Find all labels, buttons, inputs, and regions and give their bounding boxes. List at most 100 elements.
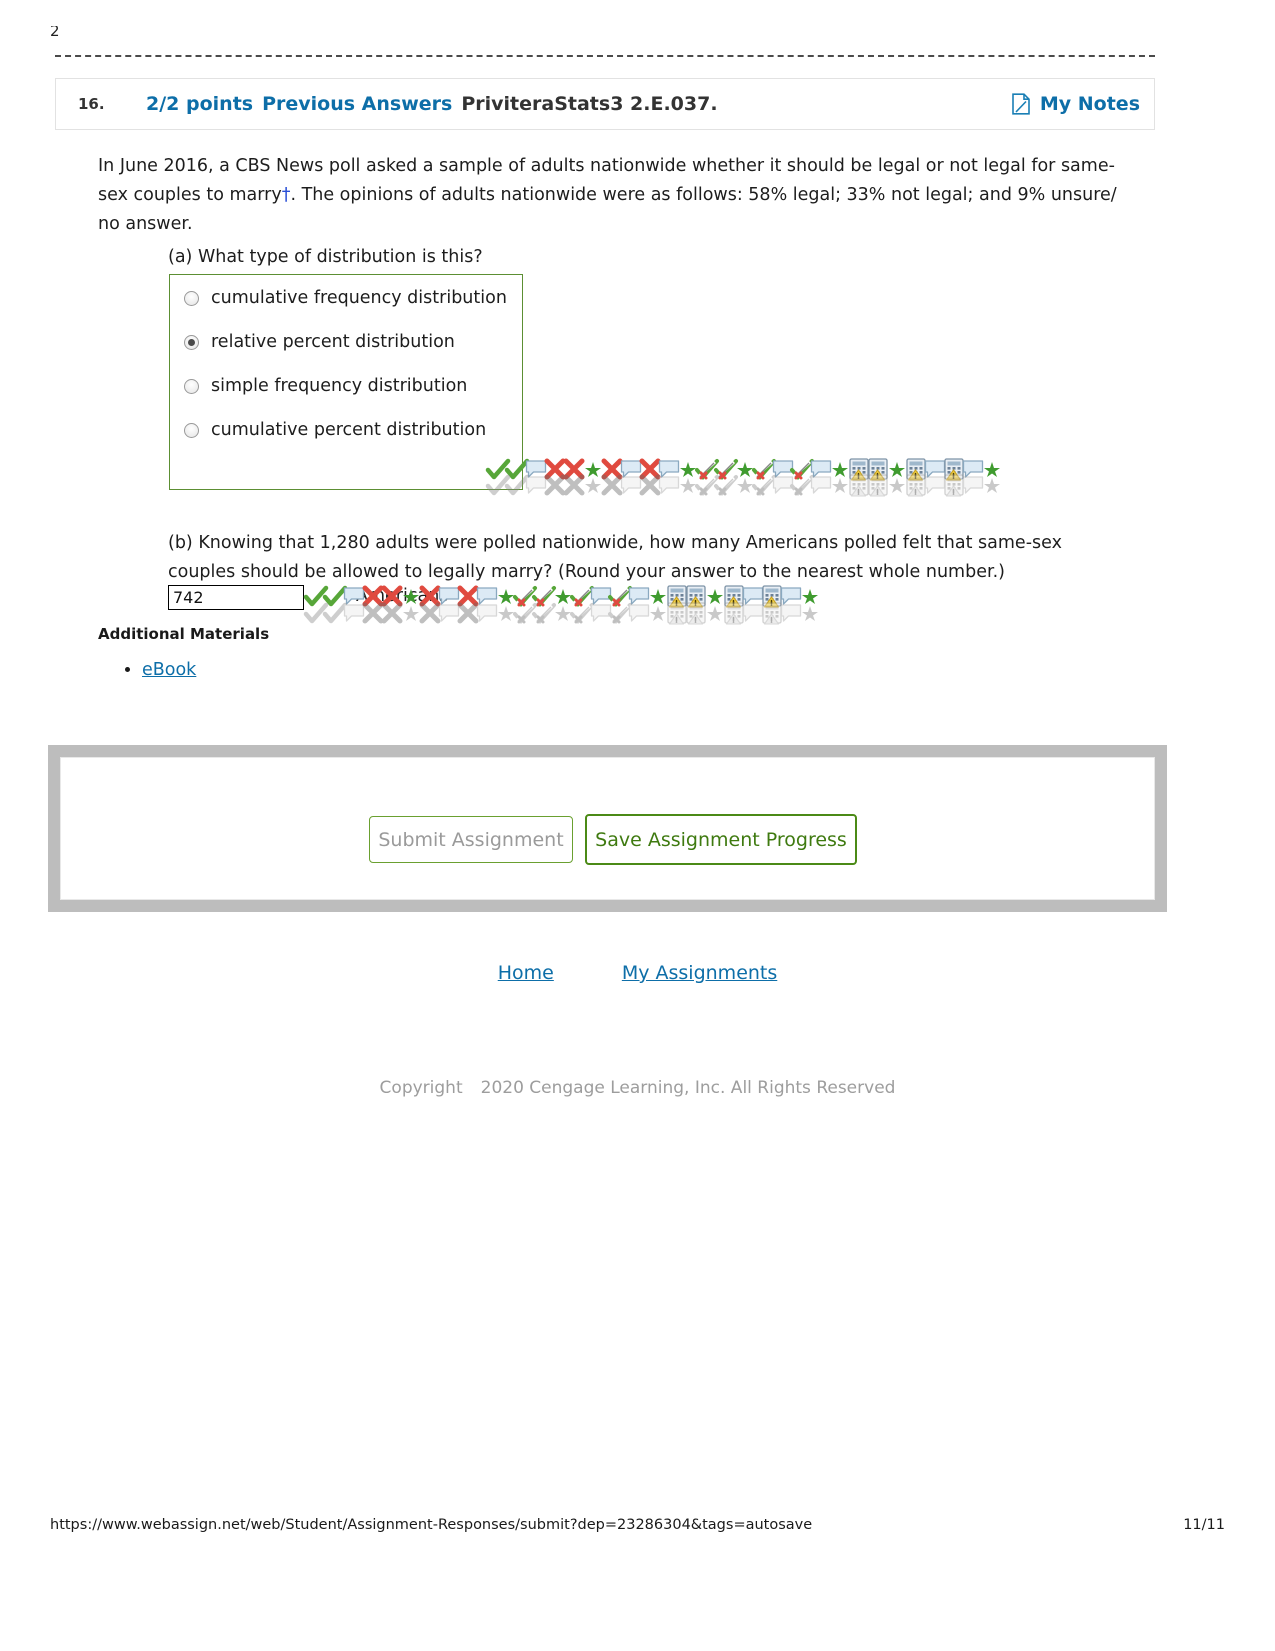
prompt-line-2a: sex couples to marry (98, 185, 282, 205)
speech-bubble-icon (618, 456, 644, 482)
speech-bubble-icon (523, 472, 549, 498)
star-icon (884, 456, 910, 482)
check-slash-icon (531, 600, 557, 626)
star-icon (979, 472, 1005, 498)
additional-materials-heading: Additional Materials (98, 625, 270, 643)
star-icon (732, 456, 758, 482)
calculator-icon (846, 456, 872, 482)
my-assignments-link[interactable]: My Assignments (622, 962, 777, 984)
option-row[interactable]: simple frequency distribution (184, 376, 467, 396)
speech-bubble-icon (778, 600, 804, 626)
speech-bubble-icon (960, 472, 986, 498)
grading-icons-row-shadow (485, 472, 1005, 498)
star-icon (702, 600, 728, 626)
speech-bubble-icon (523, 456, 549, 482)
star-icon (645, 600, 671, 626)
cross-icon (561, 472, 587, 498)
check-icon (322, 600, 348, 626)
question-number: 16. (78, 95, 105, 113)
part-b-line-2: couples should be allowed to legally mar… (168, 562, 1005, 582)
check-slash-icon (789, 472, 815, 498)
option-row[interactable]: cumulative percent distribution (184, 420, 486, 440)
speech-bubble-icon (656, 472, 682, 498)
star-icon (732, 472, 758, 498)
page-separator-rule (55, 55, 1155, 57)
speech-bubble-icon (588, 600, 614, 626)
copyright-text: 2020 Cengage Learning, Inc. All Rights R… (480, 1078, 896, 1098)
answer-input-part-b[interactable]: 742 (168, 585, 304, 610)
star-icon (580, 472, 606, 498)
speech-bubble-icon (960, 456, 986, 482)
option-row[interactable]: cumulative frequency distribution (184, 288, 507, 308)
prompt-line-2b: . The opinions of adults nationwide were… (290, 185, 1046, 205)
radio-simple-frequency-distribution[interactable] (184, 378, 199, 394)
cross-icon (561, 456, 587, 482)
footer-nav: Home My Assignments (0, 962, 1275, 984)
my-notes-label: My Notes (1039, 93, 1140, 115)
check-slash-icon (694, 456, 720, 482)
calculator-icon (664, 600, 690, 626)
option-row[interactable]: relative percent distribution (184, 332, 455, 352)
cross-icon (542, 472, 568, 498)
part-b-prompt: (b) Knowing that 1,280 adults were polle… (168, 529, 1093, 587)
question-points: 2/2 points (146, 93, 254, 115)
star-icon (550, 600, 576, 626)
check-slash-icon (789, 456, 815, 482)
cross-icon (542, 456, 568, 482)
star-icon (979, 456, 1005, 482)
part-a-label: (a) What type of distribution is this? (168, 247, 483, 267)
speech-bubble-icon (770, 472, 796, 498)
save-assignment-progress-button[interactable]: Save Assignment Progress (585, 814, 857, 865)
grading-icons-row (485, 456, 1005, 482)
speech-bubble-icon (626, 600, 652, 626)
radio-cumulative-frequency-distribution[interactable] (184, 290, 199, 306)
calculator-icon (865, 456, 891, 482)
star-icon (493, 600, 519, 626)
calculator-icon (903, 456, 929, 482)
list-item: eBook (142, 660, 196, 680)
cross-icon (455, 600, 481, 626)
speech-bubble-icon (474, 600, 500, 626)
submit-panel-inner: Submit Assignment Save Assignment Progre… (60, 757, 1155, 900)
radio-relative-percent-distribution[interactable] (184, 334, 199, 350)
answer-unit-label: Americans (356, 586, 449, 606)
previous-answers-link[interactable]: Previous Answers (262, 93, 452, 115)
star-icon (827, 456, 853, 482)
option-label: cumulative percent distribution (211, 420, 487, 440)
check-slash-icon (751, 472, 777, 498)
home-link[interactable]: Home (498, 962, 554, 984)
cross-icon (637, 456, 663, 482)
calculator-icon (941, 472, 967, 498)
option-label: relative percent distribution (211, 332, 455, 352)
speech-bubble-icon (740, 600, 766, 626)
check-slash-icon (713, 456, 739, 482)
ebook-link[interactable]: eBook (142, 660, 196, 680)
star-icon (797, 600, 823, 626)
cross-icon (599, 472, 625, 498)
print-footer-page: 11/11 (1183, 1517, 1225, 1533)
copyright-notice: Copyright 2020 Cengage Learning, Inc. All… (0, 1078, 1275, 1098)
my-notes-button[interactable]: My Notes (1011, 93, 1140, 115)
calculator-icon (941, 456, 967, 482)
submit-assignment-button[interactable]: Submit Assignment (369, 816, 573, 863)
cross-icon (637, 472, 663, 498)
calculator-icon (759, 600, 785, 626)
question-prompt: In June 2016, a CBS News poll asked a sa… (98, 152, 1143, 239)
speech-bubble-icon (808, 456, 834, 482)
prompt-line-1: In June 2016, a CBS News poll asked a sa… (98, 156, 1115, 176)
calculator-icon (903, 472, 929, 498)
star-icon (675, 472, 701, 498)
speech-bubble-icon (618, 472, 644, 498)
speech-bubble-icon (770, 456, 796, 482)
check-icon (303, 600, 329, 626)
textbook-code: PriviteraStats3 2.E.037. (461, 93, 718, 115)
check-slash-icon (512, 600, 538, 626)
check-slash-icon (607, 600, 633, 626)
submit-panel: Submit Assignment Save Assignment Progre… (48, 745, 1167, 912)
print-page-artifact: 2 (50, 26, 59, 40)
star-icon (675, 456, 701, 482)
radio-cumulative-percent-distribution[interactable] (184, 422, 199, 438)
calculator-icon (865, 472, 891, 498)
calculator-icon (846, 472, 872, 498)
check-slash-icon (694, 472, 720, 498)
